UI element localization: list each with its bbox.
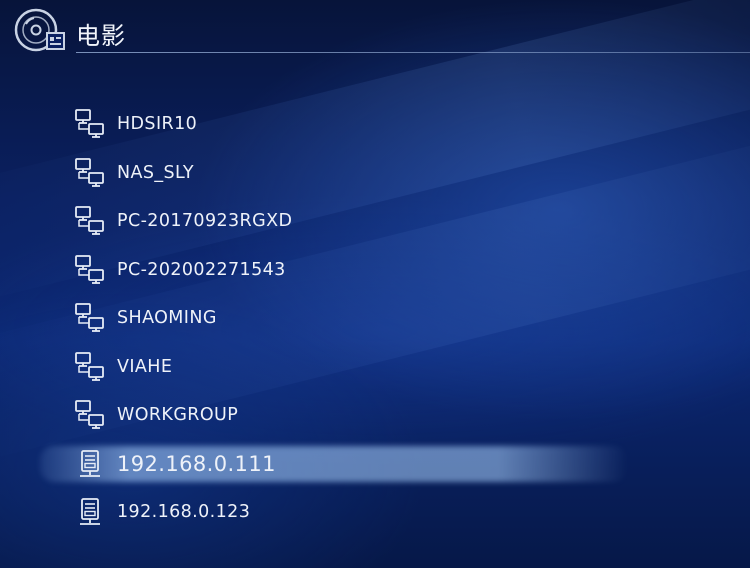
- list-item-label: VIAHE: [117, 356, 173, 377]
- workgroup-network-icon: [75, 206, 104, 236]
- list-item-label: HDSIR10: [117, 114, 198, 135]
- list-item-pc-202002271543[interactable]: PC-202002271543: [0, 246, 750, 295]
- list-item-label: 192.168.0.111: [117, 451, 276, 476]
- workgroup-network-icon: [75, 157, 104, 187]
- header-divider: [76, 52, 750, 53]
- workgroup-network-icon: [75, 400, 104, 430]
- workgroup-network-icon: [75, 109, 104, 139]
- workgroup-network-icon: [75, 303, 104, 333]
- page-title: 电影: [76, 22, 126, 50]
- list-item-label: PC-20170923RGXD: [117, 211, 293, 232]
- list-item-pc-20170923rgxd[interactable]: PC-20170923RGXD: [0, 197, 750, 246]
- server-icon: [80, 498, 100, 526]
- list-item-192-168-0-111[interactable]: 192.168.0.111: [0, 440, 750, 489]
- list-item-viahe[interactable]: VIAHE: [0, 343, 750, 392]
- network-list: HDSIR10 NAS_SLY PC-20170923RGXD PC-20200…: [0, 100, 750, 537]
- list-item-label: PC-202002271543: [117, 259, 286, 280]
- list-item-workgroup[interactable]: WORKGROUP: [0, 391, 750, 440]
- list-item-hdsir10[interactable]: HDSIR10: [0, 100, 750, 149]
- list-item-label: SHAOMING: [117, 308, 217, 329]
- workgroup-network-icon: [75, 351, 104, 381]
- header: 电影: [0, 0, 750, 56]
- list-item-shaoming[interactable]: SHAOMING: [0, 294, 750, 343]
- workgroup-network-icon: [75, 254, 104, 284]
- list-item-192-168-0-123[interactable]: 192.168.0.123: [0, 488, 750, 537]
- disc-folder-icon: [14, 8, 65, 52]
- list-item-label: WORKGROUP: [117, 405, 239, 426]
- list-item-label: NAS_SLY: [117, 162, 194, 183]
- server-icon: [80, 449, 100, 477]
- list-item-label: 192.168.0.123: [117, 502, 251, 523]
- list-item-nas-sly[interactable]: NAS_SLY: [0, 149, 750, 198]
